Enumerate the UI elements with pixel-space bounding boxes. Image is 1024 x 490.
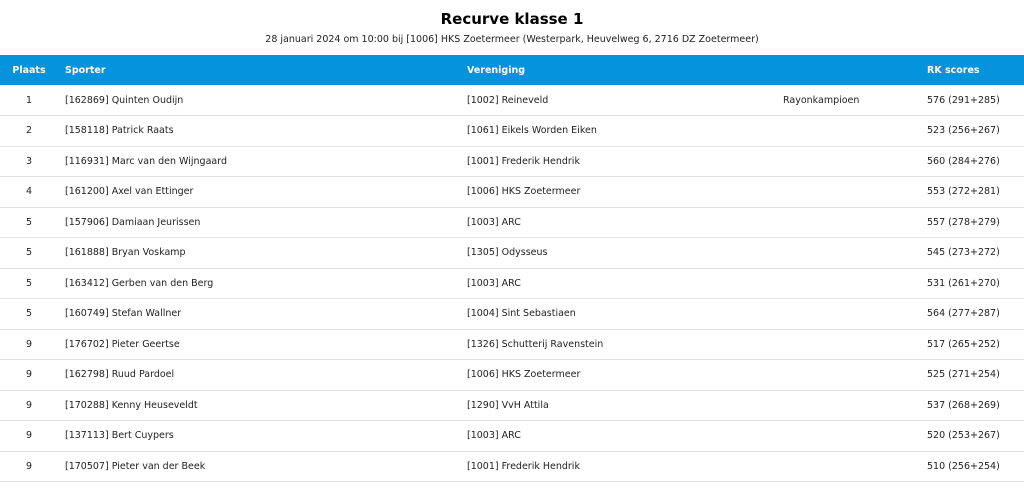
cell-plaats: 1 bbox=[25, 94, 33, 106]
table-row: 5 [161888] Bryan Voskamp [1305] Odysseus 54… bbox=[0, 238, 1024, 269]
column-header-scores: RK scores bbox=[927, 64, 980, 76]
results-page: Recurve klasse 1 28 januari 2024 om 10:0… bbox=[0, 0, 1024, 490]
table-row: 9 [137113] Bert Cuypers [1003] ARC 520 (253… bbox=[0, 421, 1024, 452]
cell-titel bbox=[783, 116, 927, 147]
cell-vereniging: [1305] Odysseus bbox=[467, 247, 548, 259]
cell-sporter: [162798] Ruud Pardoel bbox=[65, 369, 175, 381]
cell-vereniging: [1003] ARC bbox=[467, 277, 521, 289]
cell-scores: 560 (284+276) bbox=[927, 155, 1000, 167]
table-row: 5 [160749] Stefan Wallner [1004] Sint Seba… bbox=[0, 299, 1024, 330]
cell-scores: 557 (278+279) bbox=[927, 216, 1000, 228]
table-row: 4 [161200] Axel van Ettinger [1006] HKS Zo… bbox=[0, 177, 1024, 208]
cell-plaats: 4 bbox=[25, 186, 33, 198]
cell-vereniging: [1002] Reineveld bbox=[467, 94, 549, 106]
cell-scores: 510 (256+254) bbox=[927, 460, 1000, 472]
cell-scores: 520 (253+267) bbox=[927, 430, 1000, 442]
cell-sporter: [163412] Gerben van den Berg bbox=[65, 277, 214, 289]
column-header-titel bbox=[783, 55, 927, 85]
cell-titel bbox=[783, 238, 927, 269]
cell-plaats: 9 bbox=[25, 369, 33, 381]
cell-sporter: [158118] Patrick Raats bbox=[65, 125, 174, 137]
cell-plaats: 9 bbox=[25, 430, 33, 442]
cell-titel bbox=[783, 329, 927, 360]
cell-vereniging: [1006] HKS Zoetermeer bbox=[467, 369, 581, 381]
cell-sporter: [170507] Pieter van der Beek bbox=[65, 460, 206, 472]
column-header-sporter: Sporter bbox=[65, 64, 106, 76]
cell-sporter: [137113] Bert Cuypers bbox=[65, 430, 174, 442]
cell-titel bbox=[783, 451, 927, 482]
cell-plaats: 5 bbox=[25, 216, 33, 228]
page-subtitle: 28 januari 2024 om 10:00 bij [1006] HKS … bbox=[265, 34, 759, 45]
cell-scores: 553 (272+281) bbox=[927, 186, 1000, 198]
cell-sporter: [161888] Bryan Voskamp bbox=[65, 247, 186, 259]
cell-plaats: 3 bbox=[25, 155, 33, 167]
cell-sporter: [116931] Marc van den Wijngaard bbox=[65, 155, 227, 167]
cell-titel bbox=[783, 207, 927, 238]
cell-vereniging: [1003] ARC bbox=[467, 430, 521, 442]
cell-vereniging: [1003] ARC bbox=[467, 216, 521, 228]
cell-titel bbox=[783, 146, 927, 177]
table-body: 1 [162869] Quinten Oudijn [1002] Reineveld… bbox=[0, 85, 1024, 482]
cell-titel bbox=[783, 177, 927, 208]
cell-titel bbox=[783, 421, 927, 452]
table-row: 5 [163412] Gerben van den Berg [1003] ARC 5… bbox=[0, 268, 1024, 299]
cell-vereniging: [1061] Eikels Worden Eiken bbox=[467, 125, 597, 137]
table-row: 1 [162869] Quinten Oudijn [1002] Reineveld… bbox=[0, 85, 1024, 116]
cell-titel bbox=[783, 268, 927, 299]
cell-titel: Rayonkampioen bbox=[783, 94, 860, 106]
cell-scores: 517 (265+252) bbox=[927, 338, 1000, 350]
table-row: 5 [157906] Damiaan Jeurissen [1003] ARC 557… bbox=[0, 207, 1024, 238]
cell-sporter: [161200] Axel van Ettinger bbox=[65, 186, 194, 198]
cell-sporter: [162869] Quinten Oudijn bbox=[65, 94, 184, 106]
cell-scores: 537 (268+269) bbox=[927, 399, 1000, 411]
table-row: 9 [170507] Pieter van der Beek [1001] Fred… bbox=[0, 451, 1024, 482]
table-header: Plaats Sporter Vereniging RK scores bbox=[0, 55, 1024, 85]
cell-vereniging: [1001] Frederik Hendrik bbox=[467, 460, 580, 472]
cell-plaats: 2 bbox=[25, 125, 33, 137]
table-row: 9 [170288] Kenny Heuseveldt [1290] VvH Att… bbox=[0, 390, 1024, 421]
table-row: 3 [116931] Marc van den Wijngaard [1001] F… bbox=[0, 146, 1024, 177]
cell-titel bbox=[783, 299, 927, 330]
cell-vereniging: [1326] Schutterij Ravenstein bbox=[467, 338, 604, 350]
results-table: Plaats Sporter Vereniging RK scores 1 [16… bbox=[0, 55, 1024, 482]
cell-scores: 531 (261+270) bbox=[927, 277, 1000, 289]
cell-scores: 564 (277+287) bbox=[927, 308, 1000, 320]
table-row: 9 [176702] Pieter Geertse [1326] Schutteri… bbox=[0, 329, 1024, 360]
cell-vereniging: [1006] HKS Zoetermeer bbox=[467, 186, 581, 198]
table-header-row: Plaats Sporter Vereniging RK scores bbox=[0, 55, 1024, 85]
cell-plaats: 5 bbox=[25, 277, 33, 289]
cell-plaats: 9 bbox=[25, 399, 33, 411]
cell-sporter: [160749] Stefan Wallner bbox=[65, 308, 182, 320]
cell-vereniging: [1004] Sint Sebastiaen bbox=[467, 308, 576, 320]
cell-scores: 525 (271+254) bbox=[927, 369, 1000, 381]
cell-plaats: 9 bbox=[25, 338, 33, 350]
column-header-plaats: Plaats bbox=[12, 64, 46, 76]
cell-titel bbox=[783, 390, 927, 421]
cell-vereniging: [1290] VvH Attila bbox=[467, 399, 549, 411]
table-row: 2 [158118] Patrick Raats [1061] Eikels Wor… bbox=[0, 116, 1024, 147]
table-row: 9 [162798] Ruud Pardoel [1006] HKS Zoeterm… bbox=[0, 360, 1024, 391]
cell-vereniging: [1001] Frederik Hendrik bbox=[467, 155, 580, 167]
cell-scores: 545 (273+272) bbox=[927, 247, 1000, 259]
page-title: Recurve klasse 1 bbox=[440, 10, 584, 28]
cell-sporter: [176702] Pieter Geertse bbox=[65, 338, 180, 350]
cell-sporter: [157906] Damiaan Jeurissen bbox=[65, 216, 201, 228]
column-header-vereniging: Vereniging bbox=[467, 64, 526, 76]
cell-plaats: 5 bbox=[25, 247, 33, 259]
cell-titel bbox=[783, 360, 927, 391]
cell-scores: 523 (256+267) bbox=[927, 125, 1000, 137]
cell-scores: 576 (291+285) bbox=[927, 94, 1000, 106]
cell-sporter: [170288] Kenny Heuseveldt bbox=[65, 399, 198, 411]
cell-plaats: 9 bbox=[25, 460, 33, 472]
cell-plaats: 5 bbox=[25, 308, 33, 320]
